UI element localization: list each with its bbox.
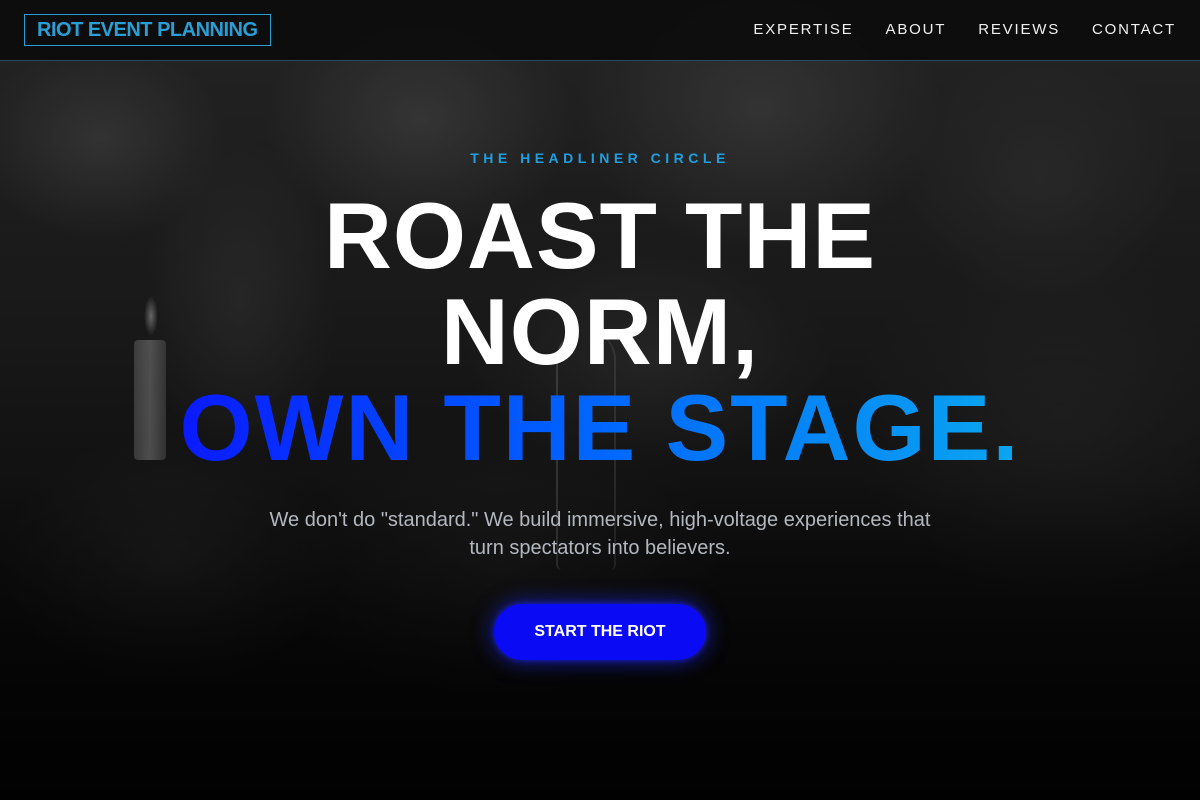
headline-line-1: ROAST THE: [323, 183, 877, 288]
nav-link-reviews[interactable]: REVIEWS: [978, 21, 1060, 38]
nav-item-reviews: REVIEWS: [978, 21, 1060, 39]
hero-headline: ROAST THE NORM, OWN THE STAGE.: [0, 188, 1200, 476]
headline-accent-line: OWN THE STAGE.: [0, 380, 1200, 476]
main-nav: EXPERTISE ABOUT REVIEWS CONTACT: [753, 21, 1176, 39]
hero-subtext: We don't do "standard." We build immersi…: [269, 509, 931, 559]
page: RIOT EVENT PLANNING EXPERTISE ABOUT REVI…: [0, 0, 1200, 800]
nav-link-about[interactable]: ABOUT: [886, 21, 947, 38]
start-riot-button[interactable]: START THE RIOT: [494, 604, 706, 660]
logo[interactable]: RIOT EVENT PLANNING: [24, 14, 271, 46]
nav-list: EXPERTISE ABOUT REVIEWS CONTACT: [753, 21, 1176, 39]
nav-item-about: ABOUT: [886, 21, 947, 39]
site-header: RIOT EVENT PLANNING EXPERTISE ABOUT REVI…: [0, 0, 1200, 61]
hero-eyebrow: THE HEADLINER CIRCLE: [470, 150, 730, 166]
headline-accent: OWN THE STAGE.: [179, 375, 1021, 480]
hero-section: THE HEADLINER CIRCLE ROAST THE NORM, OWN…: [0, 150, 1200, 660]
nav-item-contact: CONTACT: [1092, 21, 1176, 39]
nav-link-contact[interactable]: CONTACT: [1092, 21, 1176, 38]
nav-item-expertise: EXPERTISE: [753, 21, 853, 39]
nav-link-expertise[interactable]: EXPERTISE: [753, 21, 853, 38]
headline-line-2: NORM,: [440, 279, 760, 384]
